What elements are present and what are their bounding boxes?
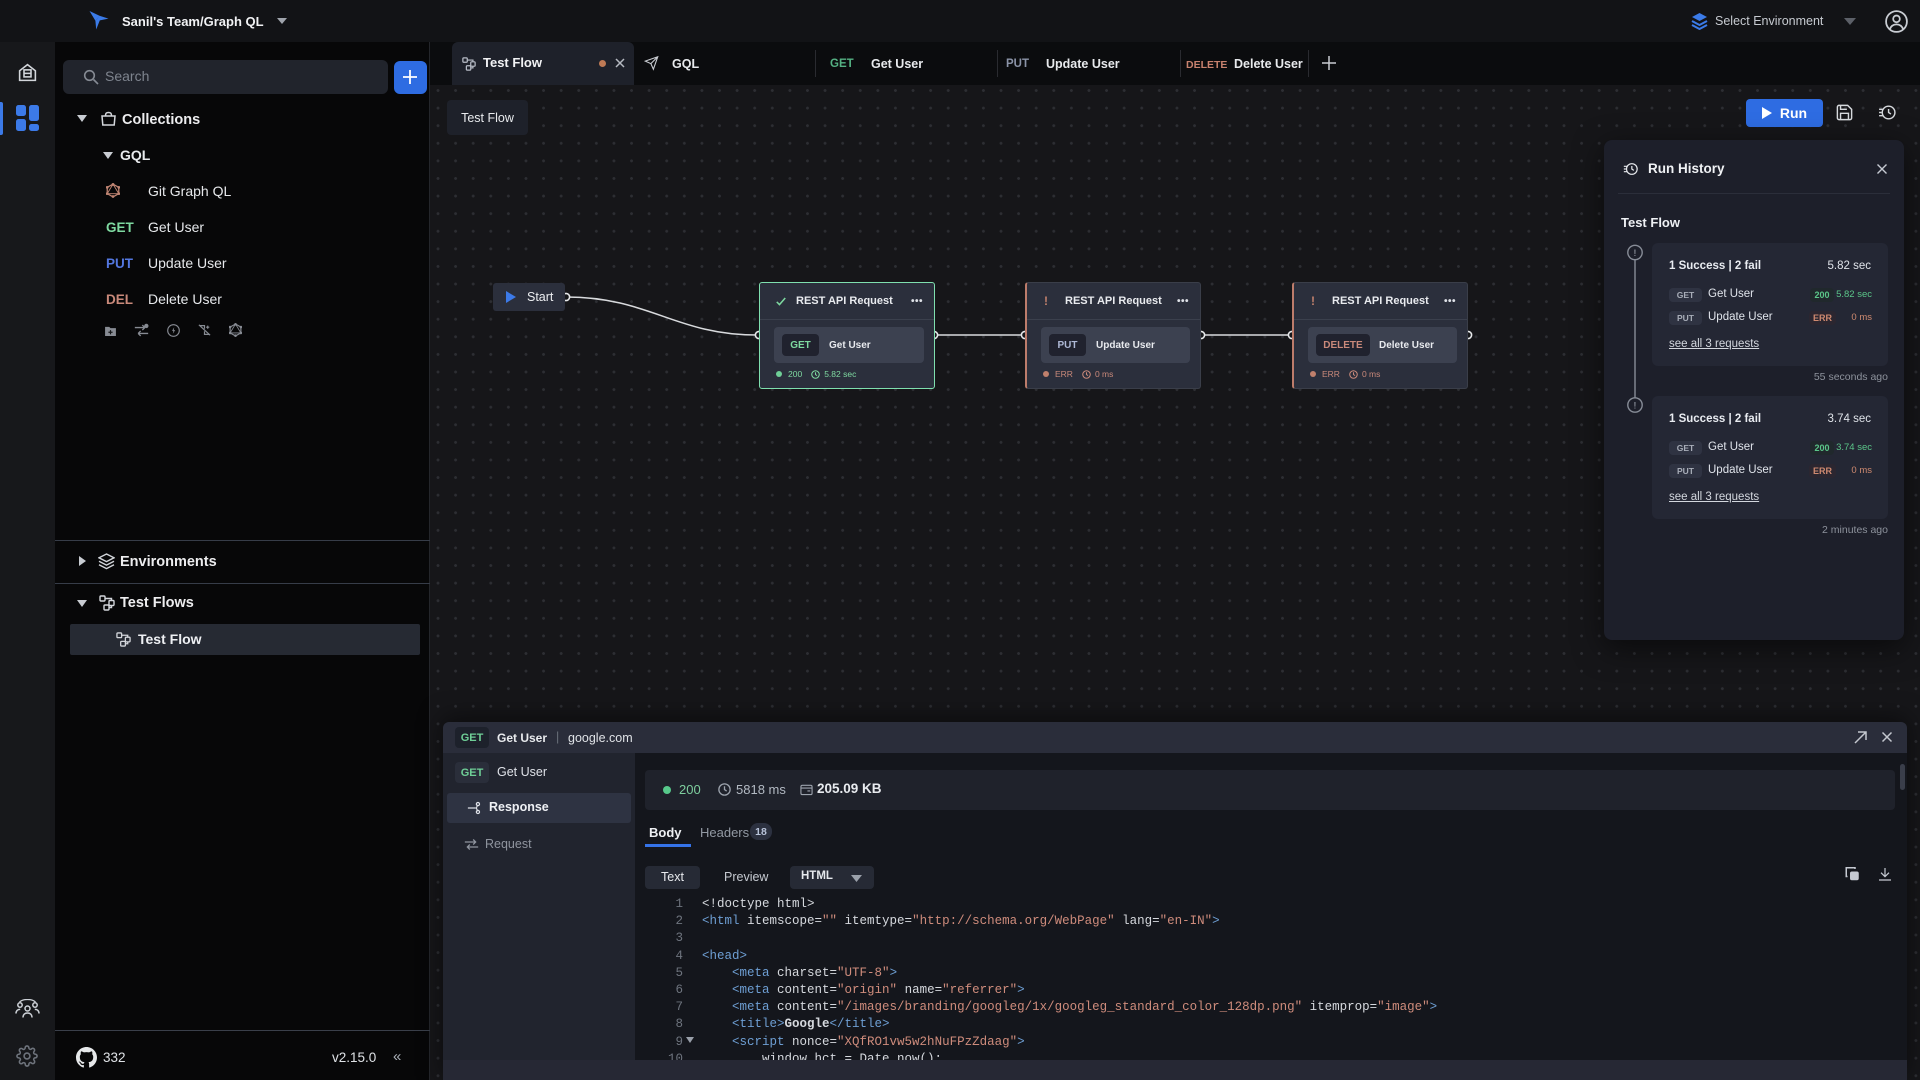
svg-text:!: !: [1634, 248, 1637, 259]
svg-text:!: !: [1634, 401, 1637, 412]
